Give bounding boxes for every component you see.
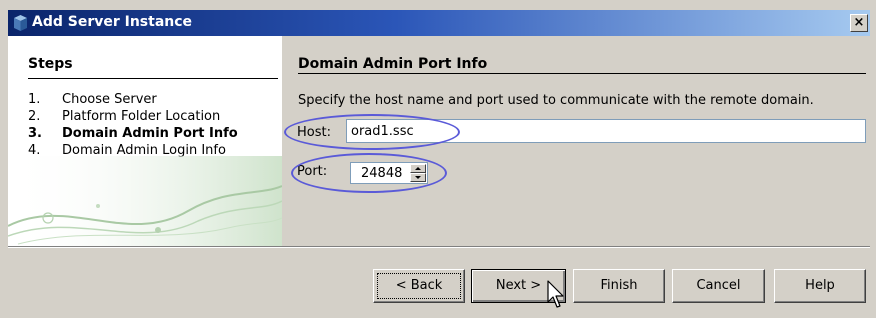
step-item-choose-server: 1. Choose Server <box>28 91 238 108</box>
spin-down-arrow-icon[interactable] <box>410 173 426 182</box>
step-label: Choose Server <box>62 92 157 107</box>
step-number: 1. <box>28 92 41 107</box>
footer-divider-highlight <box>8 247 870 248</box>
step-number: 2. <box>28 109 41 124</box>
port-value[interactable]: 24848 <box>361 166 402 181</box>
title-bar[interactable]: Add Server Instance × <box>8 10 870 36</box>
host-input[interactable] <box>346 119 866 143</box>
instructions-text: Specify the host name and port used to c… <box>298 93 814 108</box>
dialog-title: Add Server Instance <box>32 14 193 30</box>
help-button[interactable]: Help <box>774 269 866 303</box>
close-icon: × <box>853 15 865 30</box>
port-spinner[interactable]: 24848 <box>350 162 428 184</box>
host-label: Host: <box>297 125 331 140</box>
step-label: Platform Folder Location <box>62 109 221 124</box>
steps-divider <box>28 78 278 79</box>
spin-up-arrow-icon[interactable] <box>410 164 426 173</box>
steps-list: 1. Choose Server 2. Platform Folder Locati… <box>28 91 238 159</box>
panel-divider <box>298 73 866 74</box>
next-button[interactable]: Next > <box>471 269 566 303</box>
cancel-button[interactable]: Cancel <box>672 269 765 303</box>
step-number: 3. <box>28 126 42 141</box>
port-info-panel: Domain Admin Port Info Specify the host … <box>282 36 870 246</box>
steps-heading: Steps <box>28 56 73 72</box>
back-button[interactable]: < Back <box>373 269 465 303</box>
port-label: Port: <box>297 164 328 179</box>
step-label: Domain Admin Port Info <box>62 126 238 141</box>
server-cube-icon <box>14 15 27 31</box>
steps-panel: Steps 1. Choose Server 2. Platform Folder … <box>8 36 282 246</box>
decorative-swirl-graphic <box>8 156 282 246</box>
close-button[interactable]: × <box>850 14 868 32</box>
finish-button[interactable]: Finish <box>573 269 665 303</box>
add-server-dialog: Add Server Instance × Steps 1. Choose Ser… <box>0 0 876 318</box>
step-item-platform-folder: 2. Platform Folder Location <box>28 108 238 125</box>
step-item-domain-admin-port: 3. Domain Admin Port Info <box>28 125 238 142</box>
panel-title: Domain Admin Port Info <box>298 56 488 72</box>
